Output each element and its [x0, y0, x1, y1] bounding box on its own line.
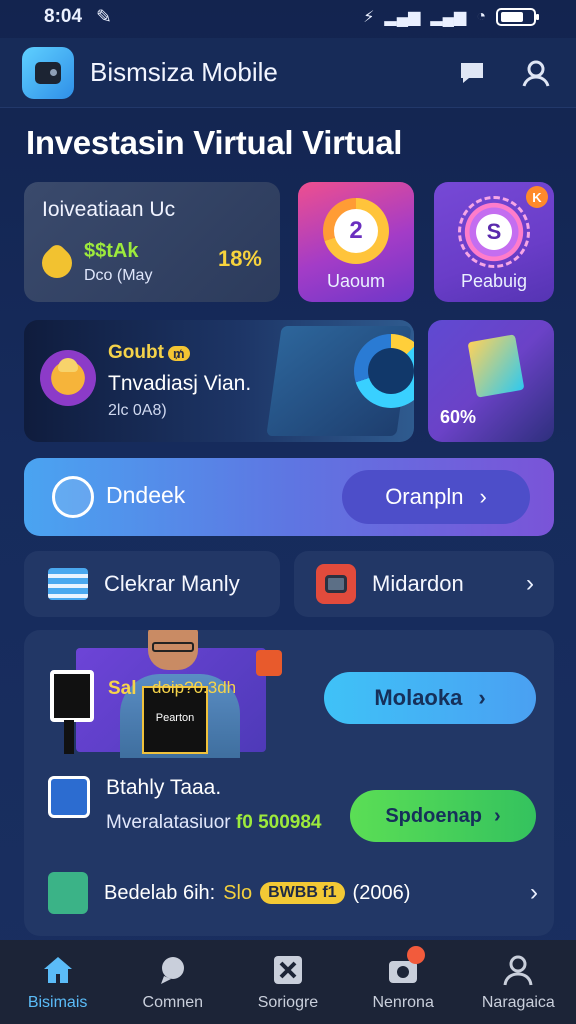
list-item-label: Midardon — [372, 571, 464, 596]
home-icon — [40, 952, 76, 988]
list-item-midardon[interactable]: Midardon › — [294, 551, 554, 617]
nav-item-comment[interactable]: Comnen — [115, 952, 230, 1012]
nav-item-storage[interactable]: Soriogre — [230, 952, 345, 1012]
monitor-icon — [50, 670, 94, 722]
spdoenap-button[interactable]: Spdoenap › — [350, 790, 536, 842]
document-icon — [48, 872, 88, 914]
row-text: Bedelab 6ih: Slo BWBB f1 (2006) — [104, 881, 411, 904]
aperture-icon — [52, 476, 94, 518]
cta-bar[interactable]: Dndeek Oranpln › — [24, 458, 554, 536]
comment-icon — [155, 952, 191, 988]
isometric-box-illustration — [467, 334, 525, 398]
wifi-icon: ◔ — [476, 8, 486, 25]
wrench-icon — [48, 776, 90, 818]
tile-badge: K — [526, 186, 548, 208]
chevron-right-icon: › — [494, 804, 501, 827]
status-bar: 8:04 ✎ ⚡ ▂▄▆ ▂▄▆ ◔ — [0, 0, 576, 34]
page-title: Investasin Virtual Virtual — [26, 124, 403, 161]
nav-item-home[interactable]: Bisimais — [0, 952, 115, 1012]
avatar — [40, 350, 96, 406]
row-title: Btahly Taaa. — [106, 776, 222, 799]
battery-icon — [496, 8, 539, 26]
investment-card-title: Ioiveatiaan Uc — [42, 198, 176, 221]
row-subtitle: Mveralatasiuor f0 500984 — [106, 812, 322, 833]
cta-button[interactable]: Oranpln › — [342, 470, 530, 524]
status-badge: BWBB f1 — [260, 882, 345, 904]
nfc-icon: ⚡ — [363, 9, 375, 26]
tile-uaoum[interactable]: 2 Uaoum — [298, 182, 414, 302]
dollar-dial-icon: S — [458, 196, 530, 268]
app-title: Bismsiza Mobile — [90, 57, 278, 87]
list-item-btahly[interactable]: Btahly Taaa. Mveralatasiuor f0 500984 — [48, 776, 321, 834]
glasses — [152, 642, 194, 652]
banner-line3: 2lc 0A8) — [108, 402, 167, 419]
cta-label: Dndeek — [106, 482, 186, 508]
tile-label: Uaoum — [326, 271, 386, 291]
hand-icon — [256, 650, 282, 676]
signal-icon: ▂▄▆ — [384, 9, 421, 26]
molaoka-button[interactable]: Molaoka › — [324, 672, 536, 724]
list-item-bedelab[interactable]: Bedelab 6ih: Slo BWBB f1 (2006) › — [48, 872, 538, 914]
investment-summary-card[interactable]: Ioiveatiaan Uc $$tAk Dco (May 18% — [24, 182, 280, 302]
iso-percent: 60% — [440, 407, 477, 427]
chevron-right-icon: › — [479, 484, 487, 509]
tile-label: Peabuig — [460, 271, 528, 291]
promo-text: Sal — [108, 678, 137, 699]
chevron-right-icon: › — [478, 685, 486, 710]
chat-icon[interactable] — [454, 55, 490, 91]
notification-icon: ✎ — [96, 6, 112, 28]
signal-icon-2: ▂▄▆ — [430, 9, 467, 26]
clock-time: 8:04 — [44, 6, 83, 27]
notification-dot — [407, 946, 426, 964]
banner-line1: Goubt ₥ — [108, 342, 190, 364]
camera-notification-icon — [385, 946, 426, 988]
isometric-card[interactable]: 60% — [428, 320, 554, 442]
camera-icon — [316, 564, 356, 604]
bottom-navigation: Bisimais Comnen Soriogre Nenrona Naragai… — [0, 940, 576, 1024]
featured-banner[interactable]: Goubt ₥ Tnvadiasj Vian. 2lc 0A8) — [24, 320, 414, 442]
flag-icon — [48, 568, 88, 600]
nav-item-notifications[interactable]: Nenrona — [346, 946, 461, 1012]
tile-peabuig[interactable]: K S Peabuig — [434, 182, 554, 302]
promo-text-2: doip?0.3dh — [152, 678, 237, 697]
profile-icon[interactable] — [518, 55, 554, 91]
list-item-clekrar[interactable]: Clekrar Manly — [24, 551, 280, 617]
progress-ring-icon: 2 — [323, 198, 389, 264]
user-icon — [500, 952, 536, 988]
close-box-icon — [270, 952, 306, 988]
banner-line2: Tnvadiasj Vian. — [108, 372, 252, 395]
chevron-right-icon: › — [526, 570, 534, 597]
investment-amount: $$tAk — [84, 240, 139, 262]
content-panel: Pearton Sal doip?0.3dh Molaoka › Btahly T… — [24, 630, 554, 936]
app-header: Bismsiza Mobile — [0, 38, 576, 108]
investment-percent: 18% — [217, 245, 262, 271]
list-item-label: Clekrar Manly — [104, 571, 240, 596]
nav-item-profile[interactable]: Naragaica — [461, 952, 576, 1012]
app-logo-icon — [22, 46, 74, 99]
investment-subtitle: Dco (May — [84, 267, 153, 284]
chevron-right-icon: › — [530, 879, 538, 906]
location-coin-icon — [35, 241, 79, 284]
